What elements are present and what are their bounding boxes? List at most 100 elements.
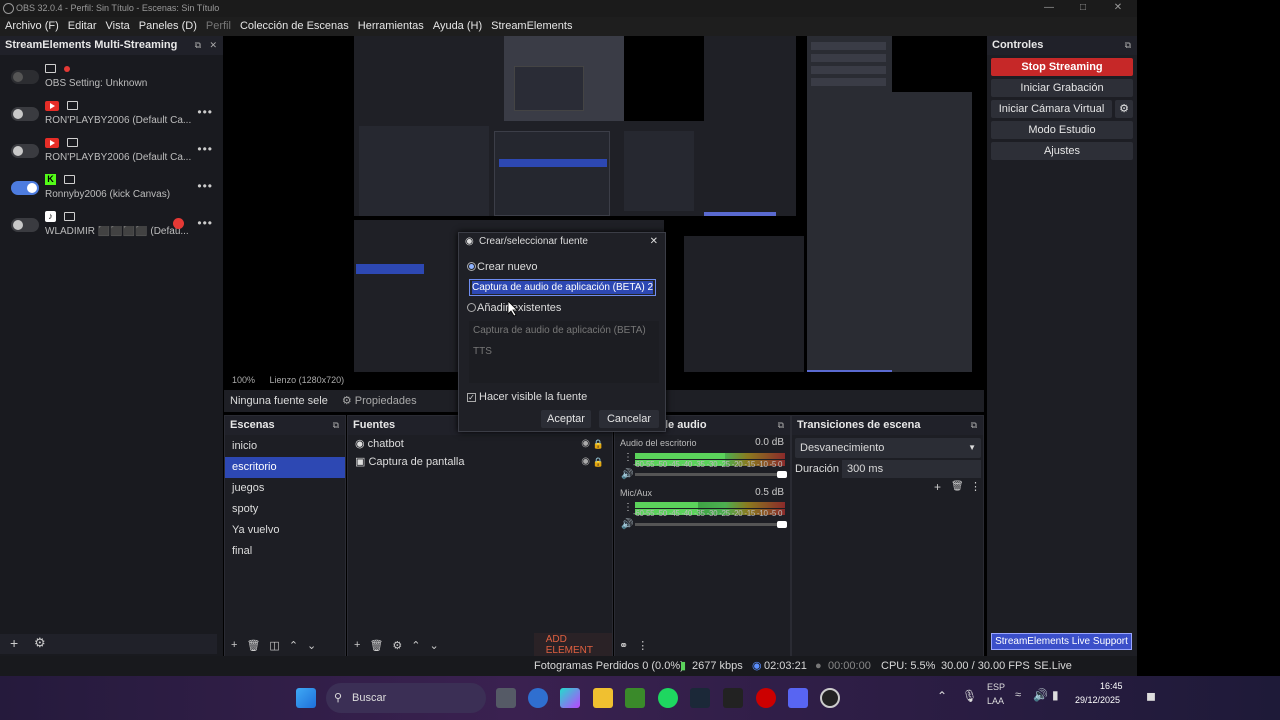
language-secondary[interactable]: LAA [987,696,1004,706]
gear-icon[interactable]: ⚙ [1115,100,1133,118]
float-dock-icon[interactable]: ⧉ [1125,36,1131,55]
trash-icon[interactable]: 🗑 [246,639,260,652]
settings-button[interactable]: Ajustes [991,142,1133,160]
clock-date[interactable]: 29/12/2025 [1075,695,1120,705]
menu-vista[interactable]: Vista [106,17,130,36]
medal-icon[interactable] [528,688,548,708]
file-explorer-icon[interactable] [593,688,613,708]
volume-slider[interactable] [635,521,787,528]
float-dock-icon[interactable]: ⧉ [333,416,339,435]
stream-toggle[interactable] [11,144,39,158]
close-icon[interactable]: ✕ [650,233,658,251]
filter-icon[interactable]: ◫ [269,639,279,652]
lock-icon[interactable]: 🔒 [593,453,604,471]
app-icon[interactable] [788,688,808,708]
create-new-option[interactable]: Crear nuevo [467,261,538,273]
scene-item[interactable]: juegos [225,478,345,499]
menu-dots-icon[interactable]: ⋮ [970,480,981,493]
make-visible-checkbox[interactable]: ✓ Hacer visible la fuente [467,391,587,403]
transition-select[interactable]: Desvanecimiento ▼ [795,438,981,458]
epic-games-icon[interactable] [723,688,743,708]
scene-item-selected[interactable]: escritorio [225,457,345,478]
stop-streaming-button[interactable]: Stop Streaming [991,58,1133,76]
obs-taskbar-icon[interactable] [820,688,840,708]
down-icon[interactable]: ⌄ [430,639,439,652]
start-recording-button[interactable]: Iniciar Grabación [991,79,1133,97]
spotify-icon[interactable] [658,688,678,708]
task-view-icon[interactable] [496,688,516,708]
menu-dots-icon[interactable]: ⋮ [637,639,648,652]
more-options-icon[interactable]: ••• [197,216,213,230]
menu-perfil[interactable]: Perfil [206,17,231,36]
stream-toggle[interactable] [11,70,39,84]
trash-icon[interactable]: 🗑 [369,639,383,652]
more-options-icon[interactable]: ••• [197,105,213,119]
gear-icon[interactable]: ⚙ [392,639,402,652]
minecraft-icon[interactable] [625,688,645,708]
speaker-icon[interactable]: 🔊 [621,469,633,480]
eye-icon[interactable]: ◉ [581,453,590,471]
ok-button[interactable]: Aceptar [541,410,591,428]
menu-coleccion-escenas[interactable]: Colección de Escenas [240,17,349,36]
add-icon[interactable]: + [934,480,941,494]
notification-icon[interactable]: ◼ [1146,689,1156,703]
channel-menu-icon[interactable]: ⋮ [623,452,633,463]
add-icon[interactable]: + [231,639,237,651]
menu-editar[interactable]: Editar [68,17,97,36]
channel-menu-icon[interactable]: ⋮ [623,502,633,513]
source-item[interactable]: ▣ Captura de pantalla ◉ 🔒 [348,453,612,471]
copilot-icon[interactable] [560,688,580,708]
opera-icon[interactable] [756,688,776,708]
studio-mode-button[interactable]: Modo Estudio [991,121,1133,139]
menu-archivo[interactable]: Archivo (F) [5,17,59,36]
add-icon[interactable]: + [354,639,360,651]
eye-icon[interactable]: ◉ [581,435,590,453]
float-dock-icon[interactable]: ⧉ [195,36,201,55]
source-item[interactable]: ◉ chatbot ◉ 🔒 [348,435,612,453]
windows-start-icon[interactable] [296,688,316,708]
speaker-icon[interactable]: 🔊 [621,519,633,530]
stream-toggle[interactable] [11,181,39,195]
language-primary[interactable]: ESP [987,682,1005,692]
float-dock-icon[interactable]: ⧉ [971,416,977,435]
link-icon[interactable]: ⚭ [619,639,628,652]
float-dock-icon[interactable]: ⧉ [778,416,784,435]
steam-icon[interactable] [690,688,710,708]
volume-handle[interactable] [777,471,787,478]
menu-herramientas[interactable]: Herramientas [358,17,424,36]
cancel-button[interactable]: Cancelar [599,410,659,428]
clock-time[interactable]: 16:45 [1100,681,1123,691]
live-support-button[interactable]: StreamElements Live Support [991,633,1132,650]
add-element-button[interactable]: ADD ELEMENT [533,633,612,657]
volume-handle[interactable] [777,521,787,528]
down-icon[interactable]: ⌄ [307,639,316,652]
trash-icon[interactable]: 🗑 [951,481,964,492]
up-icon[interactable]: ⌃ [411,639,420,652]
maximize-icon[interactable]: □ [1075,1,1091,15]
menu-streamelements[interactable]: StreamElements [491,17,572,36]
chevron-up-icon[interactable]: ⌃ [937,689,947,703]
duration-input[interactable]: 300 ms [842,460,981,478]
wifi-icon[interactable]: ≈ [1015,689,1021,701]
minimize-icon[interactable]: — [1041,1,1057,15]
scene-item[interactable]: inicio [225,436,345,457]
lock-icon[interactable]: 🔒 [593,435,604,453]
taskbar-search[interactable]: ⚲ Buscar [326,683,486,713]
add-icon[interactable]: + [10,635,18,651]
battery-icon[interactable]: ▮ [1052,688,1059,702]
volume-slider[interactable] [635,471,787,478]
menu-paneles[interactable]: Paneles (D) [139,17,197,36]
menu-ayuda[interactable]: Ayuda (H) [433,17,482,36]
close-icon[interactable]: ✕ [1110,1,1126,15]
microphone-icon[interactable]: 🎙 [962,689,977,703]
up-icon[interactable]: ⌃ [289,639,298,652]
scene-item[interactable]: final [225,541,345,562]
canvas-size[interactable]: Lienzo (1280x720) [270,375,345,385]
properties-button[interactable]: ⚙ Propiedades [342,390,417,412]
volume-icon[interactable]: 🔊 [1033,688,1048,702]
existing-source-item[interactable]: Captura de audio de aplicación (BETA) [473,325,655,346]
scene-item[interactable]: Ya vuelvo [225,520,345,541]
existing-source-item[interactable]: TTS [473,346,655,357]
stream-toggle[interactable] [11,218,39,232]
virtual-camera-button[interactable]: Iniciar Cámara Virtual [991,100,1112,118]
